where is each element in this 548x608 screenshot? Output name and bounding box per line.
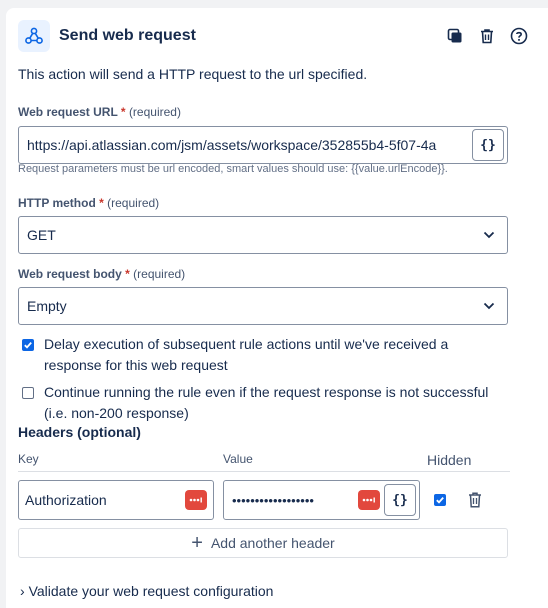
url-value: https://api.atlassian.com/jsm/assets/wor… (27, 137, 437, 153)
trash-icon[interactable] (478, 27, 496, 45)
webhook-icon (18, 20, 50, 52)
continue-option[interactable]: Continue running the rule even if the re… (22, 382, 502, 424)
delay-checkbox[interactable] (22, 339, 34, 351)
url-hint: Request parameters must be url encoded, … (18, 163, 448, 175)
body-label: Web request body * (required) (18, 267, 186, 281)
chevron-down-icon (477, 231, 501, 239)
password-manager-icon[interactable] (185, 490, 207, 510)
chevron-down-icon (477, 302, 501, 310)
plus-icon: + (191, 532, 203, 554)
continue-checkbox[interactable] (22, 387, 34, 399)
smart-value-button[interactable]: {} (472, 129, 504, 161)
header-key-input[interactable]: Authorization (18, 480, 214, 520)
method-label: HTTP method * (required) (18, 196, 160, 210)
panel-title: Send web request (59, 27, 196, 44)
header-value-input[interactable]: •••••••••••••••••• {} (223, 480, 420, 520)
add-header-button[interactable]: + Add another header (18, 528, 508, 558)
help-icon[interactable] (510, 27, 528, 45)
headers-title: Headers (optional) (18, 424, 141, 440)
headers-col-value: Value (223, 452, 253, 466)
password-manager-icon[interactable] (358, 490, 380, 510)
remove-header-trash-icon[interactable] (467, 491, 483, 514)
header-key-value: Authorization (25, 492, 107, 508)
hidden-checkbox[interactable] (434, 494, 446, 506)
method-value: GET (27, 227, 56, 243)
delay-option[interactable]: Delay execution of subsequent rule actio… (22, 334, 502, 376)
header-value-masked: •••••••••••••••••• (232, 492, 314, 508)
method-select[interactable]: GET (18, 216, 508, 254)
url-label: Web request URL * (required) (18, 105, 181, 119)
url-input[interactable]: https://api.atlassian.com/jsm/assets/wor… (18, 126, 508, 164)
add-header-label: Add another header (210, 535, 335, 551)
action-description: This action will send a HTTP request to … (18, 66, 368, 82)
headers-col-hidden: Hidden (427, 452, 472, 468)
headers-col-key: Key (18, 452, 39, 466)
duplicate-icon[interactable] (446, 27, 464, 45)
delay-label: Delay execution of subsequent rule actio… (44, 336, 449, 373)
panel-header: Send web request (18, 18, 528, 54)
body-value: Empty (27, 298, 67, 314)
headers-divider (18, 471, 510, 472)
continue-label: Continue running the rule even if the re… (44, 384, 489, 421)
smart-value-button[interactable]: {} (384, 484, 416, 516)
body-select[interactable]: Empty (18, 287, 508, 325)
